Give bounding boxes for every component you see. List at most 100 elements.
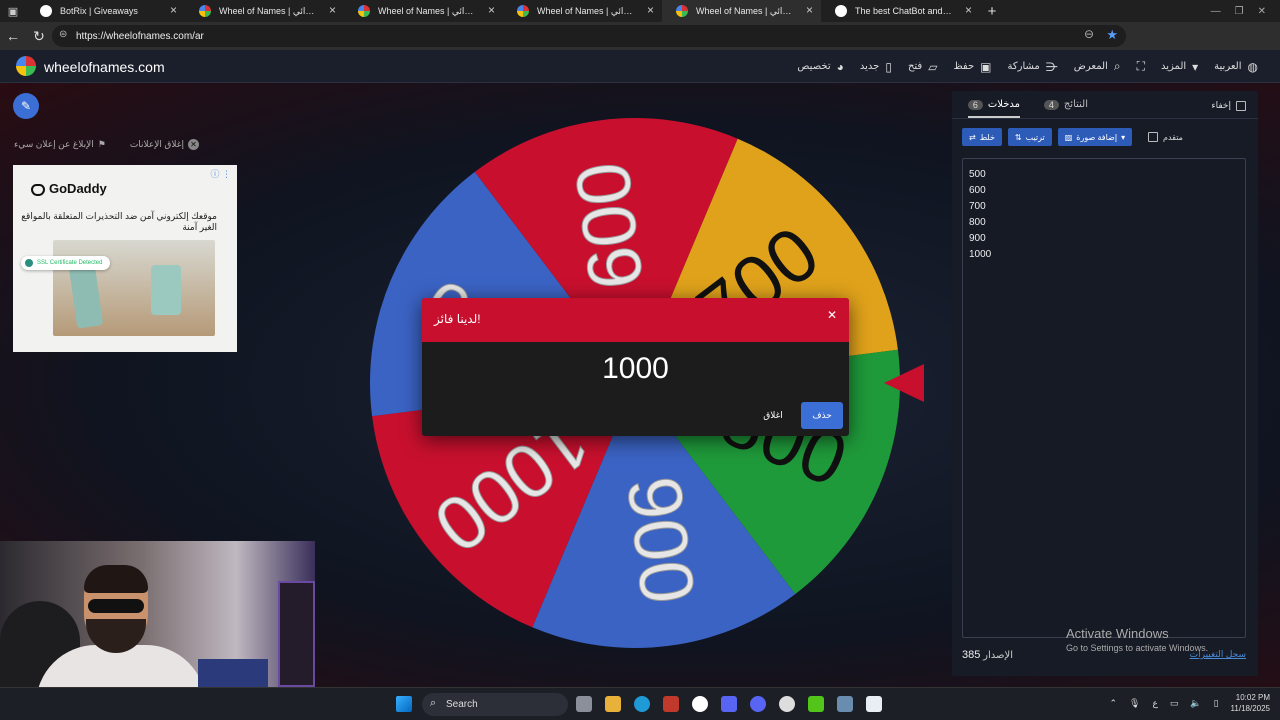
chevron-down-icon: ▾ [1192,59,1199,74]
person-hair-image [84,565,148,593]
browser-tab[interactable]: Wheel of Names | الاسم العشوائي × [503,0,662,22]
tab-favicon-icon [40,5,52,17]
start-button[interactable] [396,696,412,712]
entry-line: 600 [969,185,986,196]
menu-item[interactable]: ⌕ المعرض [1074,59,1121,74]
discord-icon[interactable] [750,696,766,712]
entries-textarea[interactable]: 500 600 700 800 900 1000 [962,158,1246,638]
tab-favicon-icon [358,5,370,17]
settings-app-icon[interactable] [779,696,795,712]
ad-info-icon[interactable]: ⓘ ⋮ [210,167,231,180]
tab-actions-icon[interactable]: ▣ [0,0,26,22]
menu-item-label: جديد [859,61,880,72]
flag-icon: ⚑ [97,139,106,149]
add-image-button[interactable]: ▨ إضافة صورة ▾ [1057,128,1133,146]
photos-app-icon[interactable] [837,696,853,712]
reload-icon[interactable]: ↻ [26,28,52,45]
close-ads-link[interactable]: ✕ إغلاق الإعلانات [130,139,199,150]
menu-item[interactable]: ▯ جديد [860,59,892,74]
close-window-icon[interactable]: ✕ [1258,6,1266,17]
tab-results[interactable]: النتائج 4 [1043,99,1088,110]
tab-close-icon[interactable]: × [647,3,654,17]
menu-item[interactable]: ◍ العربية [1214,59,1258,74]
tab-title: Wheel of Names | الاسم العشوائي [537,5,636,16]
menu-item[interactable]: ▾ المزيد [1161,59,1198,74]
search-icon: ⌕ [1113,59,1121,73]
tab-entries[interactable]: مدخلات 6 [967,99,1020,118]
browser-tab[interactable]: Wheel of Names | الاسم العشوائي × [662,0,821,22]
tab-close-icon[interactable]: × [488,3,495,17]
menu-item[interactable]: ▣ حفظ [953,59,991,74]
search-icon: ⌕ [430,697,437,709]
wheel-pointer-icon [884,364,924,402]
version-info: الإصدار 385 [962,649,1013,661]
menu-item[interactable]: ⛶ [1137,59,1145,74]
tab-favicon-icon [835,5,847,17]
close-icon[interactable]: ✕ [827,308,837,322]
network-icon[interactable]: ▭ [1170,698,1179,709]
read-aloud-icon[interactable]: ⊖ [1084,27,1094,41]
notepad-app-icon[interactable] [866,696,882,712]
task-view-icon[interactable] [576,696,592,712]
site-info-icon[interactable]: ⊜ [59,29,67,40]
tab-close-icon[interactable]: × [806,3,813,17]
browser-tab[interactable]: The best ChatBot and Widgets fo × [821,0,980,22]
close-circle-icon: ✕ [187,139,199,150]
sort-button[interactable]: ⇅ ترتيب [1007,128,1052,146]
image-icon: ▨ [1064,132,1073,142]
maximize-icon[interactable]: ❐ [1235,6,1244,17]
back-icon[interactable]: ← [0,28,26,44]
menu-item-label: المزيد [1160,61,1187,72]
report-ad-link[interactable]: ⚑ الإبلاغ عن إعلان سيء [14,139,106,150]
fullscreen-icon: ⛶ [1136,59,1145,73]
browser-tab[interactable]: BotRix | Giveaways × [26,0,185,22]
results-count-badge: 4 [1043,99,1059,110]
url-text: https://wheelofnames.com/ar [76,30,204,42]
app-header: wheelofnames.com ◍ العربية ▾ المزيد ⛶ ⌕ المعرض… [0,50,1280,83]
tab-close-icon[interactable]: × [329,3,336,17]
favorite-star-icon[interactable]: ★ [1106,27,1118,43]
clock-app-icon[interactable] [692,696,708,712]
new-tab-button[interactable]: + [980,3,1004,20]
menu-item-label: المعرض [1073,61,1108,72]
advanced-toggle[interactable]: متقدم [1148,132,1183,142]
microphone-icon[interactable]: 🎙 [1129,698,1140,709]
taskbar-search[interactable]: ⌕ Search [422,693,568,716]
hide-toggle[interactable]: إخفاء [1211,100,1246,111]
menu-item[interactable]: ◕ تخصيص [797,59,843,74]
browser-tab[interactable]: Wheel of Names | الاسم العشوائي × [185,0,344,22]
chevron-up-icon[interactable]: ⌃ [1110,698,1118,709]
input-language[interactable]: ع [1152,698,1157,709]
close-button[interactable]: اغلاق [752,402,794,429]
menu-item[interactable]: ▱ فتح [908,59,938,74]
file-explorer-icon[interactable] [605,696,621,712]
share-icon: ⋲ [1045,59,1058,74]
recorder-app-icon[interactable] [663,696,679,712]
tab-close-icon[interactable]: × [170,3,177,17]
panel-tabs: مدخلات 6 النتائج 4 إخفاء [952,91,1258,119]
entry-line: 700 [969,201,986,212]
shuffle-button[interactable]: ⇄ خلط [962,128,1002,146]
battery-icon[interactable]: ▯ [1214,698,1219,709]
edit-pencil-button[interactable]: ✎ [13,93,39,119]
menu-item[interactable]: ⋲ مشاركة [1008,59,1058,74]
sort-icon: ⇅ [1014,132,1022,142]
new-file-icon: ▯ [885,59,892,74]
remove-winner-button[interactable]: حذف [801,402,843,429]
browser-tab[interactable]: Wheel of Names | الاسم العشوائي × [344,0,503,22]
edge-icon[interactable] [634,696,650,712]
menu-item-label: حفظ [953,61,975,72]
site-logo-text[interactable]: wheelofnames.com [44,59,165,75]
url-field[interactable]: ⊜ https://wheelofnames.com/ar ⊖ ★ [52,25,1126,47]
tab-close-icon[interactable]: × [965,3,972,17]
teams-icon[interactable] [721,696,737,712]
taskbar-clock[interactable]: 10:02 PM 11/18/2025 [1231,692,1270,714]
advertisement[interactable]: ⓘ ⋮ GoDaddy موقعك إلكتروني آمن ضد التحذي… [13,165,237,352]
wheel-segment-label: 900 [610,472,710,608]
minimize-icon[interactable]: — [1211,6,1221,17]
advanced-checkbox[interactable] [1148,132,1158,142]
media-app-icon[interactable] [808,696,824,712]
wheel-logo-icon[interactable] [16,56,36,76]
volume-icon[interactable]: 🔈 [1190,698,1201,709]
hide-checkbox[interactable] [1236,100,1246,111]
